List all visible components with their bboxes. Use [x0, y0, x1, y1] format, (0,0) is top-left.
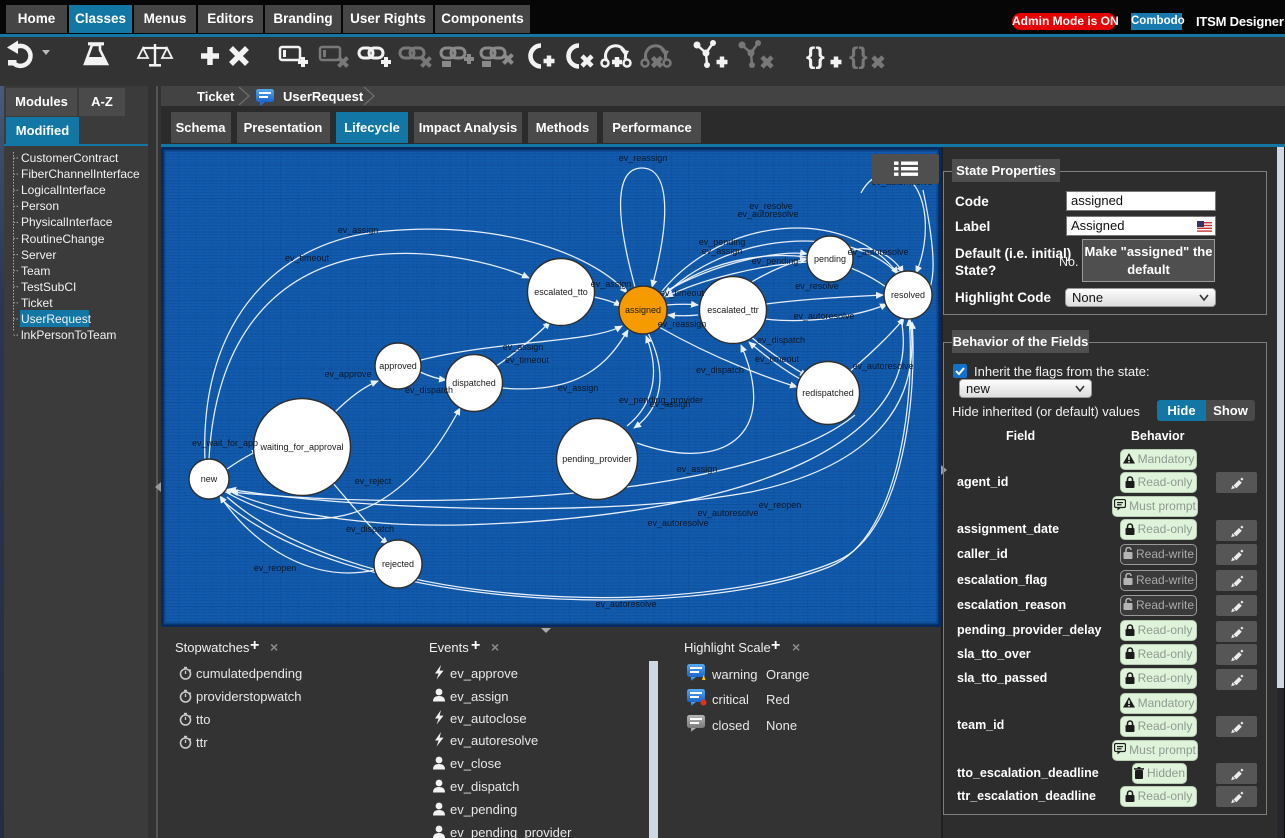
svg-text:approved: approved [379, 361, 417, 371]
svg-text:ev_autoresolve: ev_autoresolve [595, 599, 656, 609]
svg-text:ev_autoresolve: ev_autoresolve [847, 247, 908, 257]
svg-text:ev_autoresolve: ev_autoresolve [852, 361, 913, 371]
svg-text:assigned: assigned [625, 305, 661, 315]
svg-text:ev_dispatch: ev_dispatch [346, 524, 394, 534]
svg-text:ev_dispatch: ev_dispatch [757, 335, 805, 345]
svg-text:ev_reopen: ev_reopen [254, 563, 297, 573]
svg-text:ev_reopen: ev_reopen [759, 500, 802, 510]
svg-text:ev_timeout: ev_timeout [660, 288, 705, 298]
svg-text:ev_assign: ev_assign [503, 342, 544, 352]
svg-text:ev_reassign: ev_reassign [619, 153, 668, 163]
svg-text:ev_assign: ev_assign [702, 246, 743, 256]
svg-text:ev_reject: ev_reject [355, 476, 392, 486]
svg-text:{}: {} [806, 43, 825, 70]
svg-text:new: new [201, 474, 218, 484]
svg-text:ev_autoresolve: ev_autoresolve [697, 508, 758, 518]
svg-text:ev_assign: ev_assign [591, 279, 632, 289]
svg-text:resolved: resolved [891, 290, 925, 300]
svg-text:ev_approve: ev_approve [324, 369, 371, 379]
svg-text:rejected: rejected [382, 559, 414, 569]
svg-text:{}: {} [849, 43, 868, 70]
svg-text:pending: pending [814, 254, 846, 264]
svg-text:ev_assign: ev_assign [650, 399, 691, 409]
svg-text:ev_resolve: ev_resolve [795, 281, 839, 291]
svg-text:ev_autoresolve: ev_autoresolve [647, 518, 708, 528]
svg-text:ev_wait_for_app: ev_wait_for_app [192, 438, 258, 448]
svg-text:ev_assign: ev_assign [677, 464, 718, 474]
svg-text:ev_autoresolve: ev_autoresolve [793, 311, 854, 321]
svg-text:dispatched: dispatched [452, 378, 496, 388]
svg-text:escalated_ttr: escalated_ttr [707, 305, 759, 315]
svg-text:ev_dispatch: ev_dispatch [696, 365, 744, 375]
svg-text:ev_dispatch: ev_dispatch [405, 385, 453, 395]
svg-text:redispatched: redispatched [802, 388, 854, 398]
svg-text:pending_provider: pending_provider [562, 454, 632, 464]
svg-text:ev_pending: ev_pending [752, 256, 799, 266]
svg-text:ev_assign: ev_assign [558, 383, 599, 393]
svg-text:ev_autoresolve: ev_autoresolve [737, 209, 798, 219]
svg-text:ev_reassign: ev_reassign [658, 319, 707, 329]
svg-text:ev_timeout: ev_timeout [505, 355, 550, 365]
svg-text:ev_assign: ev_assign [338, 225, 379, 235]
svg-text:escalated_tto: escalated_tto [534, 287, 588, 297]
svg-text:waiting_for_approval: waiting_for_approval [259, 442, 343, 452]
svg-text:ev_timeout: ev_timeout [285, 253, 330, 263]
svg-text:ev_timeout: ev_timeout [755, 354, 800, 364]
